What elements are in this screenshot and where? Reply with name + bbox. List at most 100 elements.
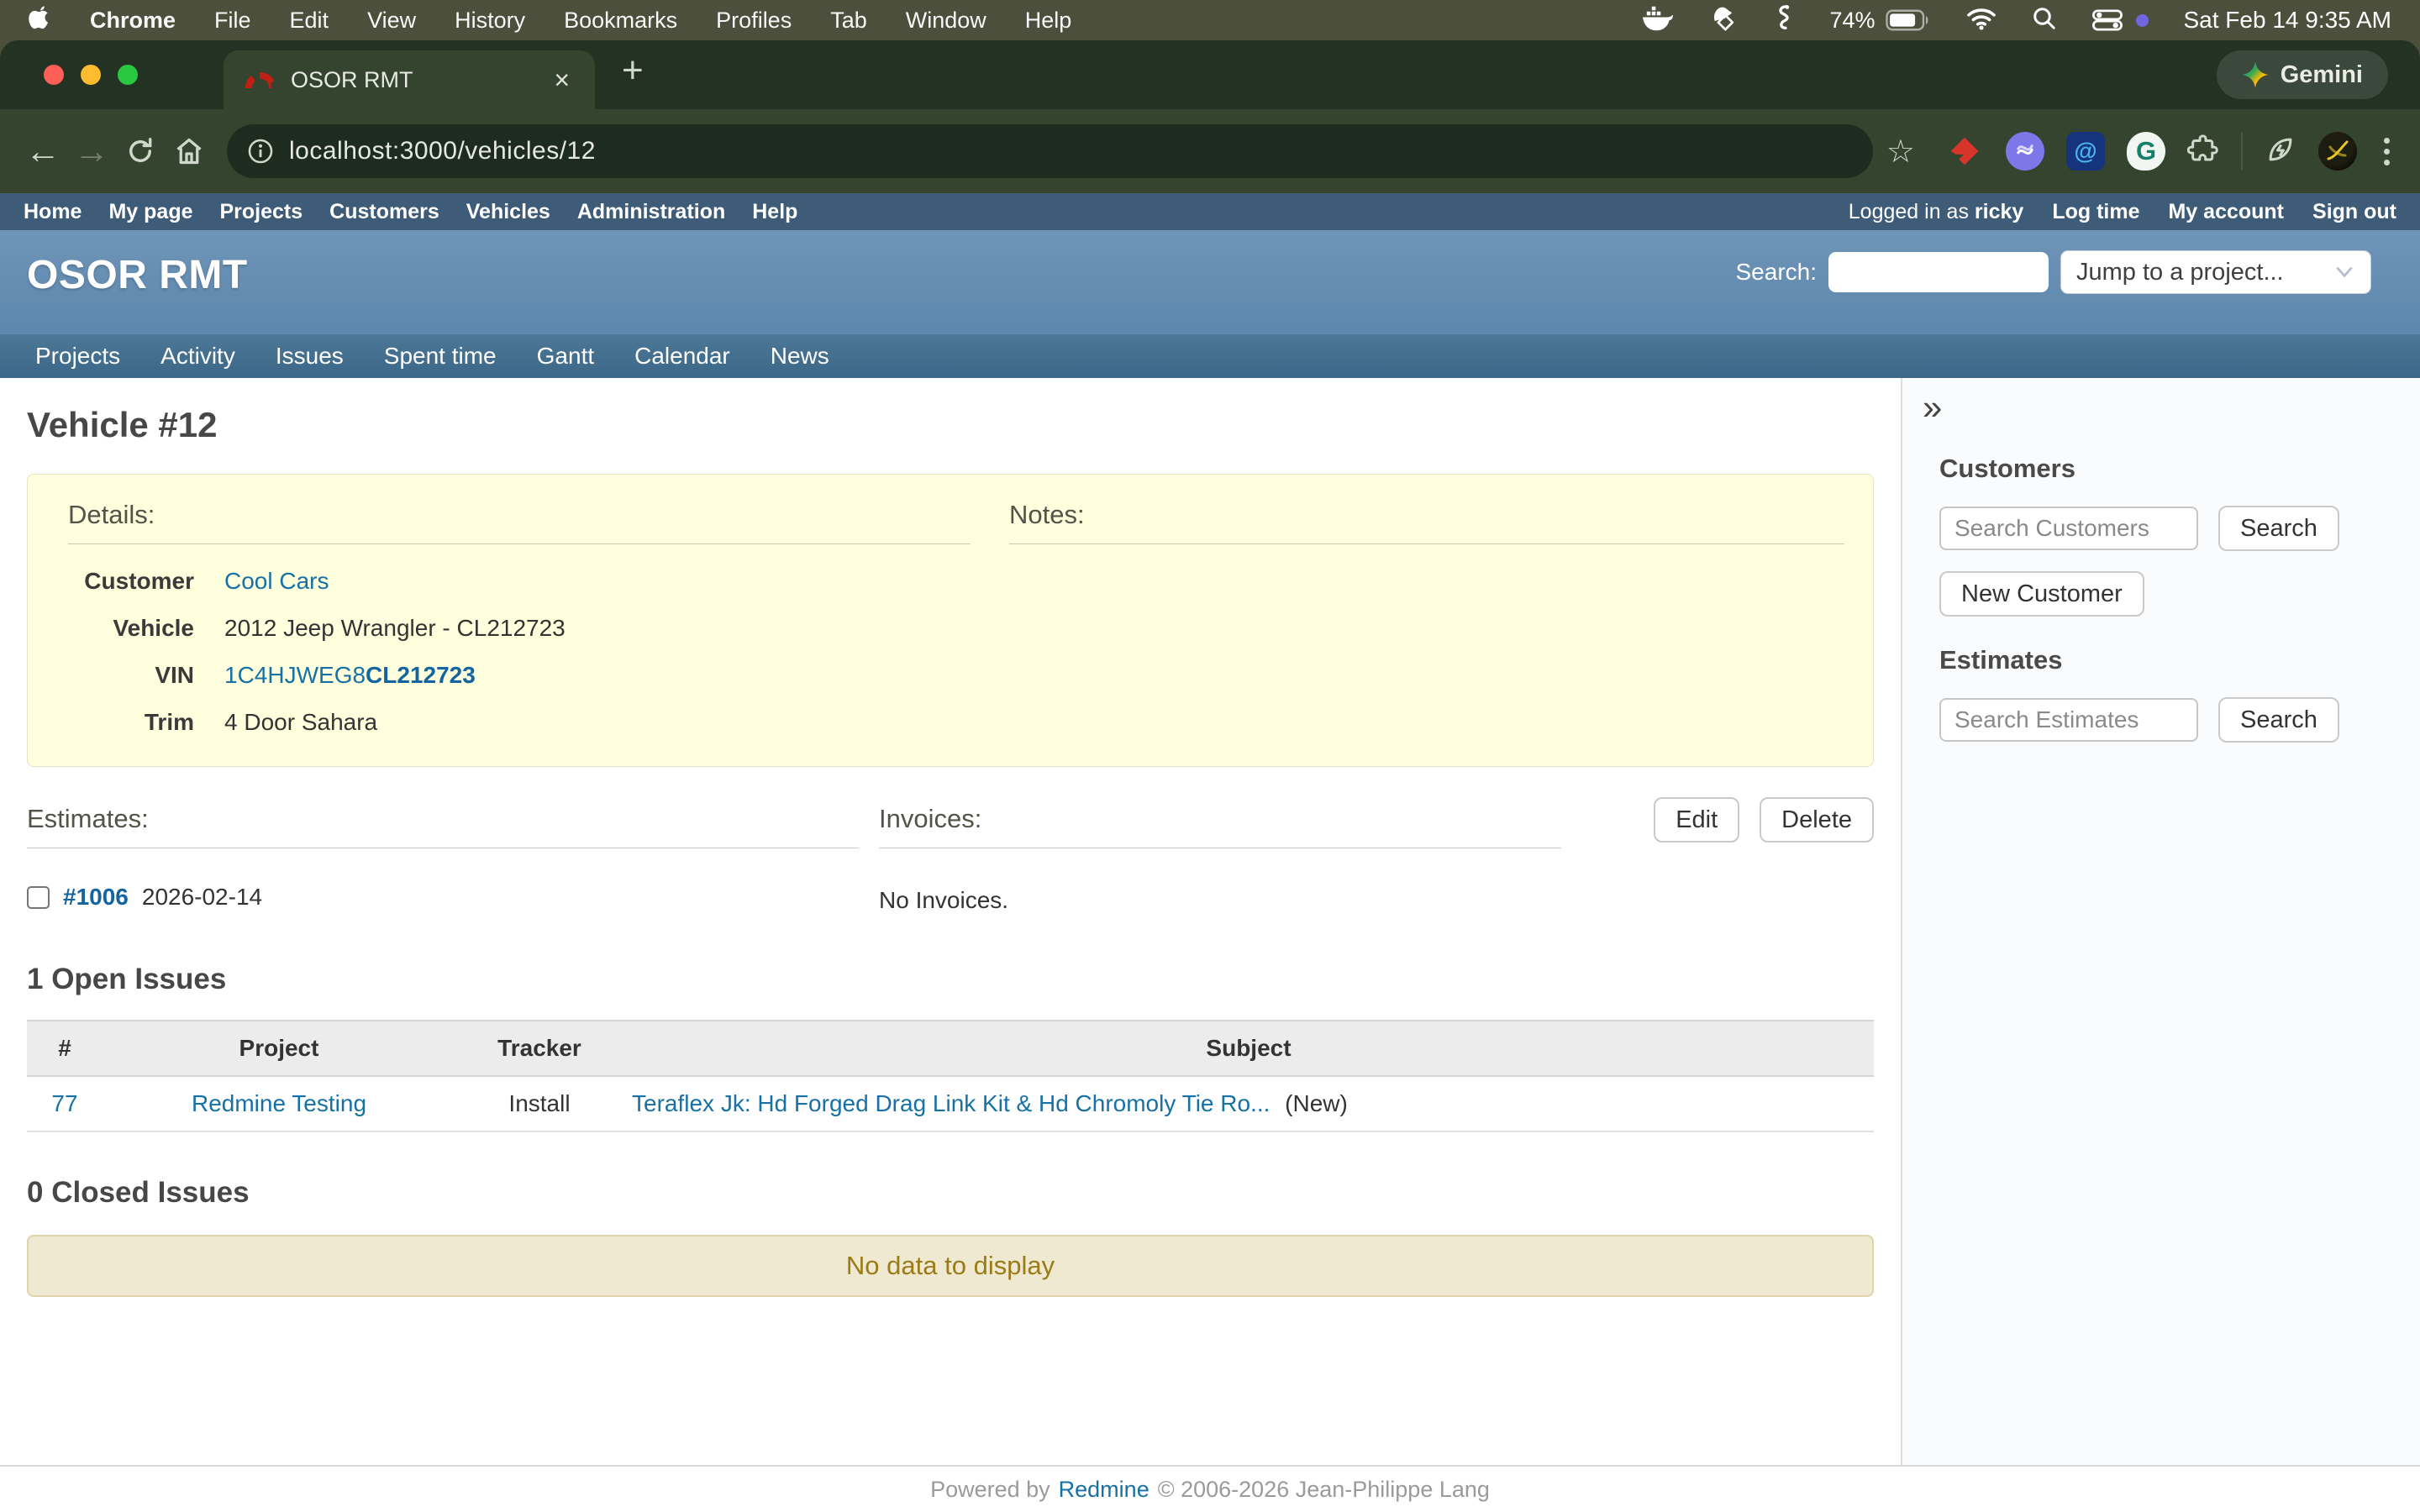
search-estimates-button[interactable]: Search [2218,697,2339,743]
jump-to-project-value: Jump to a project... [2076,259,2284,286]
top-menu-vehicles[interactable]: Vehicles [466,200,550,224]
spotlight-search-icon[interactable] [2032,6,2057,35]
menubar-item-file[interactable]: File [214,8,251,34]
column-header-project[interactable]: Project [103,1021,455,1076]
top-menu-projects[interactable]: Projects [220,200,303,224]
new-customer-button[interactable]: New Customer [1939,571,2144,617]
estimate-date: 2026-02-14 [142,884,262,911]
battery-indicator[interactable]: 74% [1829,8,1930,34]
main-menu-spent-time[interactable]: Spent time [384,343,497,370]
tab-close-icon[interactable]: × [550,66,573,93]
extension-icon-red[interactable] [1945,132,1984,171]
vin-link[interactable]: 1C4HJWEG8CL212723 [224,662,476,688]
home-button[interactable] [165,127,213,176]
tab-title: OSOR RMT [291,67,535,93]
chrome-menu-kebab-icon[interactable] [2379,138,2395,165]
menubar-item-tab[interactable]: Tab [830,8,867,34]
issue-subject-link[interactable]: Teraflex Jk: Hd Forged Drag Link Kit & H… [632,1090,1270,1116]
back-button[interactable]: ← [18,127,67,176]
gemini-label: Gemini [2281,61,2363,89]
redmine-favicon [245,72,276,88]
window-minimize-button[interactable] [81,65,101,85]
grammarly-extension-icon[interactable]: G [2127,132,2165,171]
wifi-icon[interactable] [1966,7,1996,34]
top-menu-home[interactable]: Home [24,200,82,224]
main-menu-news[interactable]: News [771,343,829,370]
url-text: localhost:3000/vehicles/12 [289,137,596,165]
edit-button[interactable]: Edit [1654,797,1739,843]
extension-icon-purple[interactable] [2006,132,2044,171]
search-customers-input[interactable] [1939,507,2198,550]
delete-button[interactable]: Delete [1760,797,1874,843]
estimate-checkbox[interactable] [27,886,50,909]
redmine-link[interactable]: Redmine [1059,1477,1150,1503]
customer-link[interactable]: Cool Cars [224,568,329,594]
menubar-item-help[interactable]: Help [1025,8,1072,34]
address-bar[interactable]: localhost:3000/vehicles/12 [227,124,1873,178]
reload-button[interactable] [116,127,165,176]
site-info-icon[interactable] [240,131,281,171]
estimate-list-item: #1006 2026-02-14 [27,884,859,911]
browser-tab[interactable]: OSOR RMT × [224,50,595,109]
main-menu-calendar[interactable]: Calendar [634,343,730,370]
issue-row: 77 Redmine Testing Install Teraflex Jk: … [27,1076,1874,1131]
docker-menubar-icon[interactable] [1643,6,1673,35]
project-main-menu: Projects Activity Issues Spent time Gant… [0,334,2420,378]
forward-button[interactable]: → [67,127,116,176]
menubar-item-profiles[interactable]: Profiles [716,8,792,34]
apple-menu-icon[interactable] [29,5,51,36]
search-estimates-input[interactable] [1939,698,2198,742]
menubar-item-window[interactable]: Window [906,8,986,34]
column-header-tracker[interactable]: Tracker [455,1021,623,1076]
menubar-item-view[interactable]: View [367,8,416,34]
trim-value: 4 Door Sahara [224,709,971,736]
menubar-item-edit[interactable]: Edit [290,8,329,34]
app-title: OSOR RMT [27,252,248,298]
bookmark-star-icon[interactable]: ☆ [1886,133,1915,171]
gemini-button[interactable]: Gemini [2217,50,2388,99]
logged-in-as: Logged in as ricky [1849,200,2024,224]
control-center-icon[interactable] [2092,9,2123,31]
top-menu-my-page[interactable]: My page [108,200,192,224]
page-footer: Powered by Redmine © 2006-2026 Jean-Phil… [0,1465,2420,1512]
top-menu-sign-out[interactable]: Sign out [2312,200,2396,224]
window-zoom-button[interactable] [118,65,138,85]
extension-icon-blue[interactable]: @ [2066,132,2105,171]
top-menu-log-time[interactable]: Log time [2052,200,2139,224]
extensions-puzzle-icon[interactable] [2187,134,2219,170]
estimate-link[interactable]: #1006 [63,884,129,911]
top-menu-help[interactable]: Help [752,200,797,224]
jump-to-project-select[interactable]: Jump to a project... [2060,250,2371,294]
header-search-input[interactable] [1828,252,2049,292]
profile-avatar[interactable] [2318,132,2357,171]
column-header-subject[interactable]: Subject [623,1021,1874,1076]
search-customers-button[interactable]: Search [2218,506,2339,551]
menubar-app-icon-1[interactable] [1708,5,1737,36]
menubar-item-history[interactable]: History [455,8,525,34]
main-menu-activity[interactable]: Activity [160,343,235,370]
top-menu-customers[interactable]: Customers [329,200,439,224]
sidebar: » Customers Search New Customer Estimate… [1901,378,2420,1465]
column-header-id[interactable]: # [27,1021,103,1076]
sidebar-estimates-heading: Estimates [1939,645,2420,675]
detail-label-customer: Customer [68,568,194,595]
top-menu-my-account[interactable]: My account [2168,200,2284,224]
battery-saver-leaf-icon[interactable] [2265,134,2296,170]
menubar-app-icon-2[interactable] [1772,4,1794,37]
web-page: Home My page Projects Customers Vehicles… [0,193,2420,1512]
top-menu-administration[interactable]: Administration [577,200,725,224]
sidebar-collapse-icon[interactable]: » [1923,390,1942,425]
main-menu-projects[interactable]: Projects [35,343,120,370]
tab-strip: OSOR RMT × + Gemini [0,40,2420,109]
main-menu-gantt[interactable]: Gantt [537,343,594,370]
new-tab-button[interactable]: + [622,52,644,89]
issue-project-link[interactable]: Redmine Testing [192,1090,366,1116]
menubar-app-name[interactable]: Chrome [90,8,176,34]
closed-issues-heading: 0 Closed Issues [27,1176,1874,1210]
issue-id-link[interactable]: 77 [51,1090,77,1116]
menubar-item-bookmarks[interactable]: Bookmarks [564,8,677,34]
main-menu-issues[interactable]: Issues [276,343,344,370]
redmine-top-menu: Home My page Projects Customers Vehicles… [0,193,2420,230]
window-close-button[interactable] [44,65,64,85]
menubar-clock[interactable]: Sat Feb 14 9:35 AM [2184,7,2392,34]
